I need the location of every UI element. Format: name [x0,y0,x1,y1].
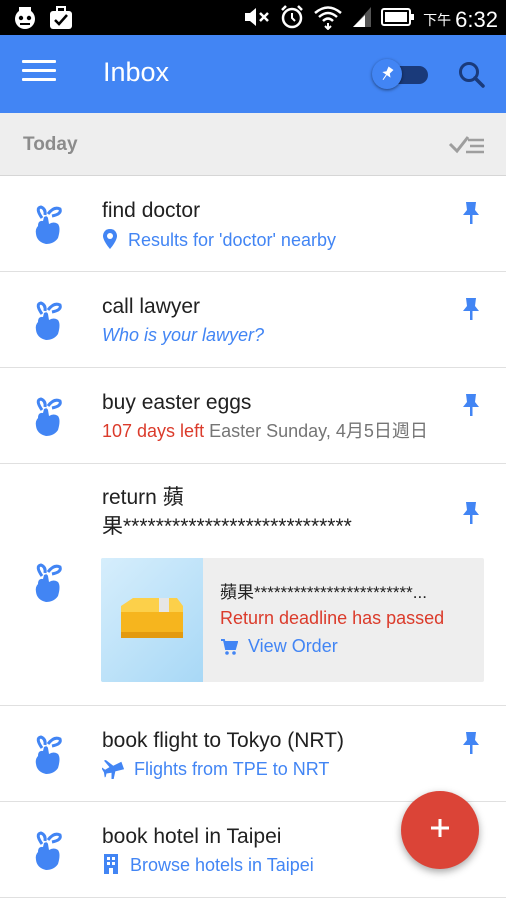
status-time: 6:32 [455,6,498,32]
pin-toggle-icon[interactable] [372,59,428,89]
list-item-book-flight[interactable]: book flight to Tokyo (NRT) Flights from … [0,706,506,802]
reminder-finger-icon [32,562,68,604]
signal-icon [351,5,373,34]
plus-icon [428,816,452,845]
item-subtitle: Results for 'doctor' nearby [128,230,336,250]
menu-icon[interactable] [22,60,56,88]
reminder-finger-icon [32,300,68,342]
item-subtitle-link[interactable]: Results for 'doctor' nearby [102,228,336,256]
item-title: book hotel in Taipei [102,825,282,848]
item-title-line1: return 蘋 [102,486,184,509]
robot-icon [12,5,38,36]
item-subtitle: Flights from TPE to NRT [134,759,330,779]
pin-icon[interactable] [461,730,481,756]
briefcase-check-icon [48,5,74,36]
order-card[interactable]: 蘋果************************... Return dea… [101,558,484,682]
item-subtitle: 107 days left Easter Sunday, 4月5日週日 [102,419,428,443]
reminder-finger-icon [32,204,68,246]
list-item-buy-easter-eggs[interactable]: buy easter eggs 107 days left Easter Sun… [0,368,506,464]
pin-icon[interactable] [461,500,481,526]
item-subtitle-link[interactable]: Flights from TPE to NRT [101,757,330,785]
item-subtitle: Browse hotels in Taipei [130,855,314,875]
reminder-finger-icon [32,830,68,872]
section-header-today: Today [0,113,506,176]
pin-icon[interactable] [461,392,481,418]
wifi-icon [313,4,343,35]
item-title: return 蘋 果**************************** [102,483,352,541]
item-title: find doctor [102,199,201,222]
item-subtitle-link[interactable]: Browse hotels in Taipei [102,853,314,881]
alarm-icon [279,4,305,35]
status-bar: 下午 6:32 [0,0,506,35]
item-subtitle-link[interactable]: Who is your lawyer? [102,323,264,347]
list-item-find-doctor[interactable]: find doctor Results for 'doctor' nearby [0,176,506,272]
airplane-icon [101,757,125,785]
item-title: call lawyer [102,295,201,318]
order-product-name: 蘋果************************... [220,583,427,602]
cart-icon [220,638,239,661]
item-title: book flight to Tokyo (NRT) [102,729,344,752]
view-order-button[interactable]: View Order [220,636,338,661]
reminder-finger-icon [32,734,68,776]
section-title: Today [23,134,78,155]
pin-icon[interactable] [461,200,481,226]
package-image [101,558,203,682]
pin-icon[interactable] [461,296,481,322]
page-title: Inbox [103,57,170,87]
order-status: Return deadline has passed [220,608,445,628]
due-text: 107 days left [102,421,205,441]
location-pin-icon [102,228,118,256]
sweep-check-icon[interactable] [448,131,486,157]
hotel-building-icon [102,853,120,881]
item-title: buy easter eggs [102,391,252,414]
reminder-finger-icon [32,396,68,438]
status-ampm: 下午 [423,11,452,28]
mute-icon [243,5,271,34]
list-item-call-lawyer[interactable]: call lawyer Who is your lawyer? [0,272,506,368]
item-title-line2: 果**************************** [102,515,352,538]
search-icon[interactable] [456,59,488,91]
add-reminder-button[interactable] [401,791,479,869]
battery-icon [381,7,415,32]
view-order-label: View Order [248,636,338,656]
app-bar: Inbox [0,35,506,113]
event-text: Easter Sunday, 4月5日週日 [209,421,428,441]
